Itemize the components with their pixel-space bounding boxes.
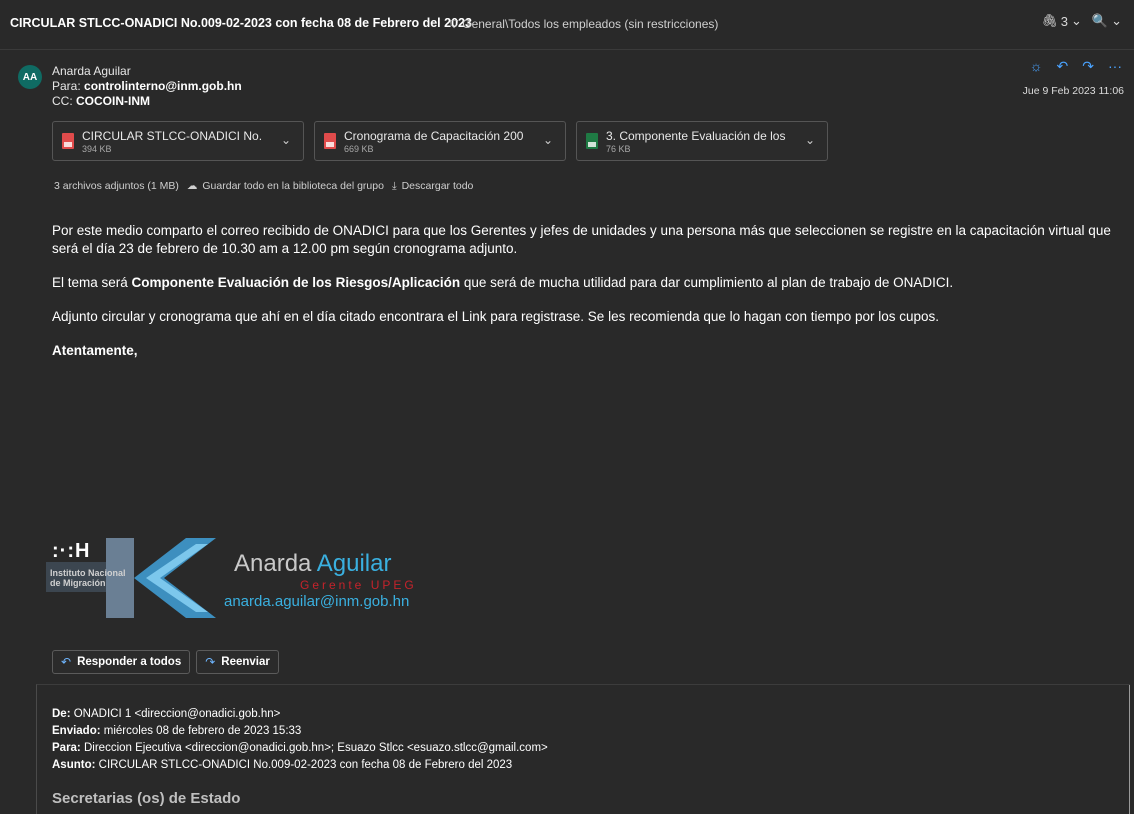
body-paragraph: Adjunto circular y cronograma que ahí en… [52, 309, 940, 324]
message-date: Jue 9 Feb 2023 11:06 [1022, 85, 1124, 97]
email-signature: :·:H Instituto Nacional de Migración Ana… [46, 534, 446, 622]
quoted-from-line: De: ONADICI 1 <direccion@onadici.gob.hn> [52, 706, 548, 723]
reply-all-button[interactable]: ↶ Responder a todos [52, 650, 191, 674]
body-bold-text: Componente Evaluación de los Riesgos/Apl… [131, 275, 461, 290]
inm-logo-line: de Migración [50, 578, 106, 588]
signature-email[interactable]: anarda.aguilar@inm.gob.hn [224, 593, 409, 610]
forward-icon[interactable]: ↷ [1082, 58, 1094, 75]
message-body: Por este medio comparto el correo recibi… [52, 222, 1112, 376]
sender-block: Anarda Aguilar Para: controlinterno@inm.… [52, 64, 242, 109]
attachment-name: 3. Componente Evaluación de los ... [606, 129, 786, 143]
forward-button[interactable]: ↷ Reenviar [196, 650, 279, 674]
cc-label: CC: [52, 94, 73, 108]
reply-actions: ↶ Responder a todos ↷ Reenviar [52, 650, 279, 674]
to-label: Para: [52, 79, 81, 93]
chevron-down-icon[interactable]: ⌄ [281, 133, 291, 147]
attachment-size: 76 KB [606, 144, 631, 154]
avatar[interactable]: AA [18, 65, 42, 89]
download-all-label: Descargar todo [401, 180, 474, 192]
title-bar-tools: 🖇 3 ⌄ 🔍 ⌄ [1041, 13, 1122, 29]
sun-icon[interactable]: ☼ [1030, 58, 1043, 75]
to-line: Para: controlinterno@inm.gob.hn [52, 79, 242, 94]
to-recipient[interactable]: controlinterno@inm.gob.hn [84, 79, 242, 93]
attachment-size: 394 KB [82, 144, 112, 154]
attachment-count: 3 [1060, 13, 1068, 29]
quoted-from-label: De: [52, 708, 71, 720]
zoom-icon: 🔍 [1091, 13, 1109, 28]
attachment-item[interactable]: Cronograma de Capacitación 200-... 669 K… [314, 121, 566, 161]
chevron-down-icon[interactable]: ⌄ [543, 133, 553, 147]
sender-name[interactable]: Anarda Aguilar [52, 64, 242, 79]
zoom-menu[interactable]: 🔍 ⌄ [1092, 13, 1122, 29]
reply-all-label: Responder a todos [77, 656, 182, 668]
quoted-heading: Secretarias (os) de Estado [52, 790, 241, 807]
attachment-item[interactable]: 3. Componente Evaluación de los ... 76 K… [576, 121, 828, 161]
attachment-name: CIRCULAR STLCC-ONADICI No.00... [82, 129, 262, 143]
quoted-subject-value: CIRCULAR STLCC-ONADICI No.009-02-2023 co… [98, 759, 513, 771]
reply-all-icon: ↶ [61, 655, 72, 669]
forward-icon: ↷ [205, 655, 216, 669]
download-icon: ⤓ [391, 180, 397, 192]
body-paragraph: El tema será Componente Evaluación de lo… [52, 274, 1112, 292]
signature-name: Anarda Aguilar [234, 550, 391, 578]
chevron-down-icon: ⌄ [1111, 13, 1122, 28]
cc-line: CC: COCOIN-INM [52, 94, 242, 109]
pdf-file-icon [324, 133, 336, 149]
attachment-item[interactable]: CIRCULAR STLCC-ONADICI No.00... 394 KB ⌄ [52, 121, 304, 161]
signature-role: Gerente UPEG [300, 578, 417, 592]
forward-label: Reenviar [221, 656, 270, 668]
quoted-sent-label: Enviado: [52, 725, 101, 737]
quoted-header: De: ONADICI 1 <direccion@onadici.gob.hn>… [52, 706, 548, 774]
inm-logo-line: Instituto Nacional [50, 568, 126, 578]
paperclip-icon: 🖇 [1041, 13, 1058, 28]
attachment-size: 669 KB [344, 144, 374, 154]
cc-recipient[interactable]: COCOIN-INM [76, 94, 150, 108]
attachments-menu[interactable]: 🖇 3 ⌄ [1041, 13, 1082, 29]
closing-text: Atentamente, [52, 343, 138, 358]
reply-icon[interactable]: ↶ [1057, 58, 1069, 75]
attachment-name: Cronograma de Capacitación 200-... [344, 129, 524, 143]
signature-first-name: Anarda [234, 550, 312, 577]
quoted-subject-label: Asunto: [52, 759, 96, 771]
quoted-to-label: Para: [52, 742, 81, 754]
more-icon[interactable]: ··· [1108, 58, 1122, 75]
quoted-sent-line: Enviado: miércoles 08 de febrero de 2023… [52, 723, 548, 740]
inm-logo-mark: :·:H [52, 540, 91, 562]
quoted-to-value: Direccion Ejecutiva <direccion@onadici.g… [83, 742, 548, 754]
body-paragraph: Por este medio comparto el correo recibi… [52, 223, 1111, 256]
excel-file-icon [586, 133, 598, 149]
quoted-to-line: Para: Direccion Ejecutiva <direccion@ona… [52, 740, 548, 757]
cloud-icon: ☁ [186, 180, 198, 192]
title-bar: CIRCULAR STLCC-ONADICI No.009-02-2023 co… [0, 0, 1134, 50]
attachment-list: CIRCULAR STLCC-ONADICI No.00... 394 KB ⌄… [52, 121, 828, 161]
attachments-count-text: 3 archivos adjuntos (1 MB) [54, 180, 179, 192]
chevron-down-icon: ⌄ [1071, 13, 1082, 28]
sensitivity-label[interactable]: ⛉ General\Todos los empleados (sin restri… [450, 17, 718, 32]
pdf-file-icon [62, 133, 74, 149]
quoted-sent-value: miércoles 08 de febrero de 2023 15:33 [103, 725, 302, 737]
download-all-link[interactable]: ⤓ Descargar todo [392, 180, 473, 193]
quoted-subject-line: Asunto: CIRCULAR STLCC-ONADICI No.009-02… [52, 757, 548, 774]
quoted-from-value: ONADICI 1 <direccion@onadici.gob.hn> [73, 708, 281, 720]
signature-last-name: Aguilar [316, 550, 392, 577]
save-all-label: Guardar todo en la biblioteca del grupo [202, 180, 384, 192]
inm-logo-text: Instituto Nacional de Migración [50, 568, 126, 588]
body-text: que será de mucha utilidad para dar cump… [460, 275, 954, 290]
chevron-down-icon[interactable]: ⌄ [805, 133, 815, 147]
save-all-link[interactable]: ☁ Guardar todo en la biblioteca del grup… [187, 180, 384, 193]
tag-icon: ⛉ [450, 19, 459, 31]
body-text: El tema será [52, 275, 132, 290]
sensitivity-label-text: General\Todos los empleados (sin restric… [462, 17, 719, 31]
email-subject: CIRCULAR STLCC-ONADICI No.009-02-2023 co… [10, 16, 472, 30]
message-actions: ☼ ↶ ↷ ··· [1030, 58, 1122, 75]
attachments-summary: 3 archivos adjuntos (1 MB) ☁ Guardar tod… [54, 180, 473, 193]
